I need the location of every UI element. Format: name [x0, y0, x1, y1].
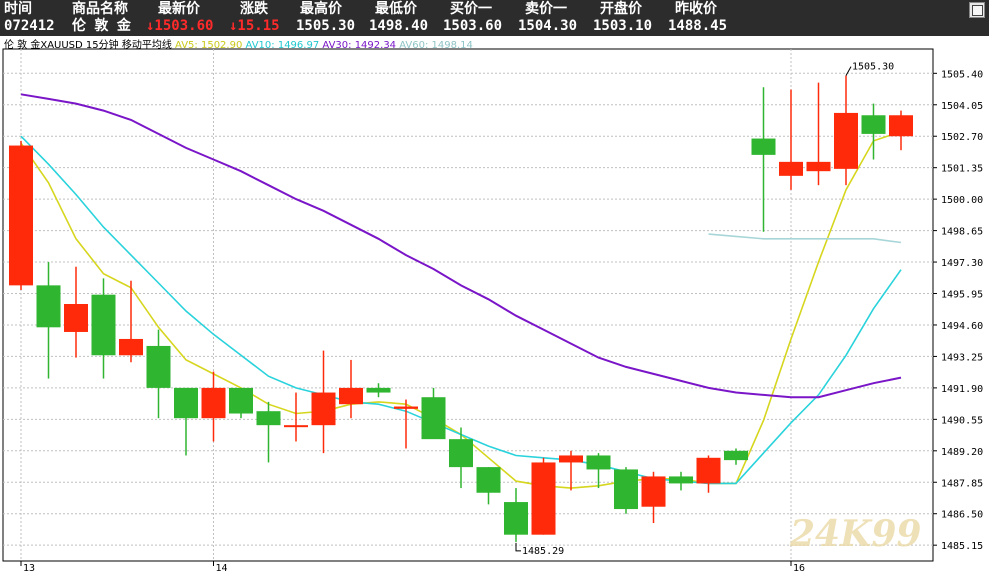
candle-body — [36, 285, 61, 328]
candle-body — [64, 304, 88, 332]
candle-body — [669, 476, 693, 484]
ask-price: 1504.30 — [518, 18, 578, 34]
legend-ma5: AV5: 1502.90 — [175, 40, 243, 51]
price-change: ↓15.15 — [229, 18, 280, 34]
ma-legend: 伦 敦 金XAUUSD 15分钟 移动平均线 AV5: 1502.90 AV10… — [4, 40, 473, 52]
y-tick-label: 1485.15 — [941, 541, 983, 552]
annotation-low-label: 1485.29 — [522, 546, 564, 557]
y-tick-label: 1494.60 — [941, 321, 983, 332]
candle-body — [311, 392, 336, 426]
y-tick-label: 1487.85 — [941, 478, 983, 489]
candle-body — [284, 425, 308, 428]
candle-body — [806, 161, 831, 172]
candle-body — [724, 450, 748, 461]
legend-ma10: AV10: 1496.97 — [245, 40, 320, 51]
x-tick-label: 14 — [216, 563, 228, 573]
candle-body — [91, 294, 116, 356]
y-tick-label: 1497.30 — [941, 258, 983, 269]
x-axis: 13 14 16 — [20, 561, 805, 573]
ma-line-av60 — [708, 233, 902, 244]
candle-body — [229, 387, 253, 414]
candle-body — [696, 457, 721, 484]
legend-title: 伦 敦 金XAUUSD 15分钟 移动平均线 — [4, 40, 172, 51]
candle-body — [614, 469, 638, 510]
y-tick-label: 1490.55 — [941, 415, 983, 426]
candle-body — [751, 138, 776, 155]
candle-body — [834, 112, 858, 169]
col-high-label: 最高价 — [300, 1, 342, 17]
y-tick-label: 1486.50 — [941, 510, 983, 521]
y-tick-label: 1500.00 — [941, 195, 983, 206]
y-tick-label: 1498.65 — [941, 227, 983, 238]
candle-body — [394, 406, 418, 409]
restore-icon — [972, 5, 983, 16]
watermark-logo: 24K99 — [789, 513, 921, 555]
x-tick-label: 16 — [793, 563, 805, 573]
time-value: 072412 — [4, 18, 55, 34]
candle-body — [476, 467, 501, 493]
candle-body — [421, 397, 446, 440]
annotation-high-label: 1505.30 — [852, 62, 894, 73]
x-tick-label: 13 — [23, 563, 35, 573]
candle-body — [559, 455, 583, 463]
candle-body — [366, 387, 391, 393]
annotation-leader — [845, 66, 852, 76]
high-price: 1505.30 — [296, 18, 356, 34]
col-bid-label: 买价一 — [450, 1, 492, 17]
candle-body — [889, 115, 913, 137]
y-tick-label: 1505.40 — [941, 69, 983, 80]
candle-body — [9, 145, 33, 286]
col-prev-close-label: 昨收价 — [675, 1, 717, 17]
y-tick-label: 1495.95 — [941, 290, 983, 301]
open-price: 1503.10 — [593, 18, 653, 34]
window-restore-button[interactable] — [969, 2, 985, 18]
candle-body — [531, 462, 556, 535]
candle-body — [504, 502, 528, 535]
y-tick-label: 1504.05 — [941, 101, 983, 112]
col-change-label: 涨跌 — [240, 1, 268, 17]
prev-close-price: 1488.45 — [668, 18, 728, 34]
candles — [9, 75, 913, 542]
y-tick-label: 1493.25 — [941, 352, 983, 363]
y-tick-label: 1491.90 — [941, 384, 983, 395]
annotation-leader — [515, 542, 521, 552]
col-last-label: 最新价 — [158, 1, 200, 17]
instrument-name: 伦 敦 金 — [72, 18, 131, 34]
col-time-label: 时间 — [4, 1, 32, 17]
bid-price: 1503.60 — [443, 18, 503, 34]
candle-body — [586, 455, 611, 470]
candle-body — [449, 439, 473, 468]
candle-body — [119, 338, 143, 356]
col-name-label: 商品名称 — [72, 1, 128, 17]
legend-ma60: AV60: 1498.14 — [399, 40, 473, 51]
candle-body — [641, 476, 666, 507]
legend-ma30: AV30: 1492.34 — [322, 40, 397, 51]
candle-body — [174, 387, 198, 419]
col-ask-label: 卖价一 — [525, 1, 567, 17]
y-tick-label: 1501.35 — [941, 164, 983, 175]
col-low-label: 最低价 — [375, 1, 417, 17]
y-tick-label: 1489.20 — [941, 447, 983, 458]
candle-body — [146, 345, 171, 388]
candle-body — [201, 387, 226, 419]
candle-body — [779, 161, 803, 176]
col-open-label: 开盘价 — [600, 1, 642, 17]
candle-body — [339, 387, 363, 405]
quote-header: 时间 商品名称 最新价 涨跌 最高价 最低价 买价一 卖价一 开盘价 昨收价 0… — [0, 0, 989, 36]
last-price: ↓1503.60 — [146, 18, 214, 34]
candlestick-chart[interactable]: 1505.40 1504.05 1502.70 1501.35 1500.00 1498.… — [0, 36, 989, 573]
y-axis-labels: 1505.40 1504.05 1502.70 1501.35 1500.00 1498.… — [933, 69, 983, 552]
y-tick-label: 1502.70 — [941, 132, 983, 143]
candle-body — [861, 115, 886, 134]
low-price: 1498.40 — [369, 18, 429, 34]
candle-body — [256, 411, 281, 426]
